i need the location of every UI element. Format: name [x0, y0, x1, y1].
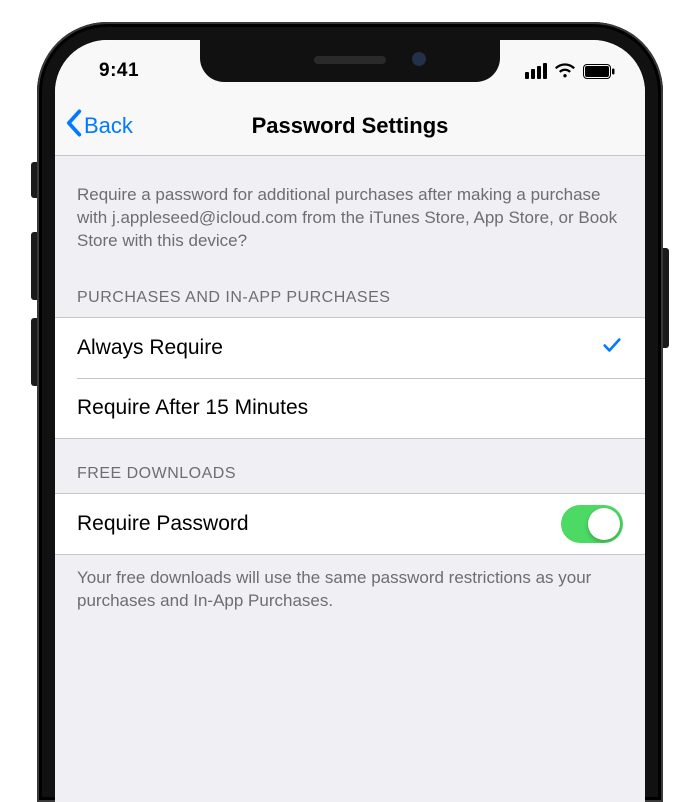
purchases-section-header: PURCHASES AND IN-APP PURCHASES [55, 263, 645, 317]
settings-content: Require a password for additional purcha… [55, 156, 645, 623]
free-downloads-section-header: FREE DOWNLOADS [55, 439, 645, 493]
require-password-row[interactable]: Require Password [55, 494, 645, 554]
status-time: 9:41 [85, 54, 139, 82]
screen: 9:41 Back Password Settings [55, 40, 645, 802]
option-label: Always Require [77, 336, 601, 360]
volume-down-button [31, 318, 37, 386]
chevron-left-icon [65, 109, 82, 143]
navigation-bar: Back Password Settings [55, 96, 645, 156]
side-power-button [663, 248, 669, 348]
phone-device-frame: 9:41 Back Password Settings [37, 22, 663, 802]
volume-up-button [31, 232, 37, 300]
notch [200, 40, 500, 82]
back-button[interactable]: Back [65, 109, 133, 143]
free-downloads-list: Require Password [55, 493, 645, 555]
purchases-list: Always Require Require After 15 Minutes [55, 317, 645, 439]
cellular-signal-icon [525, 63, 547, 79]
silence-switch [31, 162, 37, 198]
status-indicators [525, 57, 615, 79]
free-downloads-footer: Your free downloads will use the same pa… [55, 555, 645, 623]
battery-icon [583, 64, 615, 79]
option-label: Require After 15 Minutes [77, 396, 623, 420]
page-title: Password Settings [55, 113, 645, 139]
checkmark-icon [601, 334, 623, 362]
intro-description: Require a password for additional purcha… [55, 156, 645, 263]
require-password-toggle[interactable] [561, 505, 623, 543]
wifi-icon [554, 63, 576, 79]
back-label: Back [84, 113, 133, 139]
option-require-after-15[interactable]: Require After 15 Minutes [55, 378, 645, 438]
require-password-label: Require Password [77, 512, 561, 536]
option-always-require[interactable]: Always Require [55, 318, 645, 378]
